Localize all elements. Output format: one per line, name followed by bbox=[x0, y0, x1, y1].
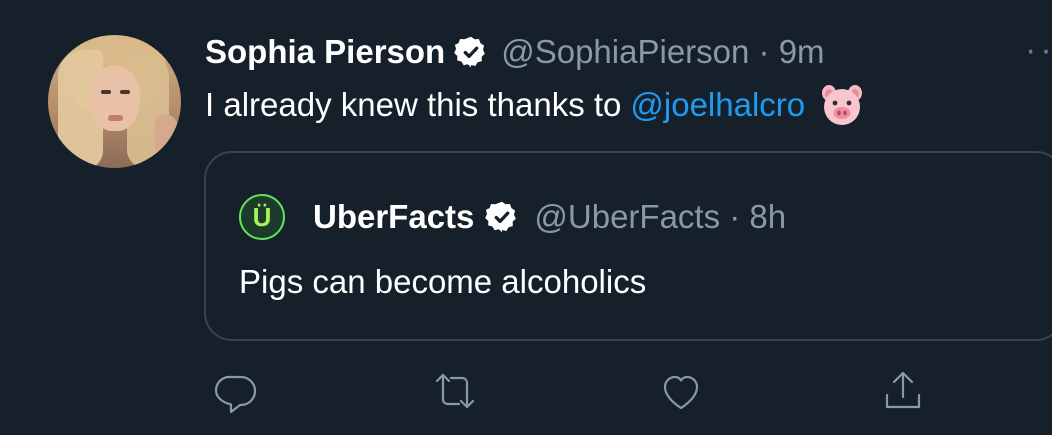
avatar-lips bbox=[108, 115, 123, 121]
share-button[interactable] bbox=[877, 365, 929, 417]
tweet-text: I already knew this thanks to @joelhalcr… bbox=[205, 82, 865, 128]
share-icon bbox=[885, 371, 921, 409]
retweet-icon bbox=[435, 373, 475, 409]
verified-badge-icon bbox=[453, 34, 489, 70]
quoted-tweet[interactable]: Ü UberFacts @UberFacts · 8h Pigs can bec… bbox=[204, 151, 1052, 341]
mention-link[interactable]: @joelhalcro bbox=[630, 86, 805, 124]
avatar-hand bbox=[155, 115, 177, 155]
quoted-author-handle-time[interactable]: @UberFacts · 8h bbox=[534, 198, 786, 236]
author-handle-time[interactable]: @SophiaPierson · 9m bbox=[501, 33, 824, 71]
tweet[interactable]: Sophia Pierson @SophiaPierson · 9m ·· I … bbox=[0, 0, 1052, 435]
quoted-author-name[interactable]: UberFacts bbox=[313, 198, 474, 236]
tweet-text-content: I already knew this thanks to bbox=[205, 86, 622, 123]
tweet-header: Sophia Pierson @SophiaPierson · 9m bbox=[205, 29, 825, 75]
pig-face-emoji-icon bbox=[819, 82, 865, 128]
verified-badge-icon bbox=[484, 199, 520, 235]
like-button[interactable] bbox=[655, 365, 707, 417]
author-name[interactable]: Sophia Pierson bbox=[205, 33, 445, 71]
author-avatar[interactable] bbox=[48, 35, 181, 168]
like-icon bbox=[663, 375, 699, 410]
avatar-face bbox=[90, 65, 140, 131]
retweet-button[interactable] bbox=[429, 365, 481, 417]
reply-button[interactable] bbox=[209, 365, 261, 417]
avatar-eye bbox=[120, 90, 130, 94]
quoted-tweet-header: Ü UberFacts @UberFacts · 8h bbox=[239, 193, 786, 241]
reply-icon bbox=[214, 375, 257, 414]
quoted-avatar-letter: Ü bbox=[252, 201, 272, 232]
tweet-actions bbox=[205, 365, 945, 415]
more-dots-icon[interactable]: ·· bbox=[1025, 33, 1052, 67]
quoted-author-avatar[interactable]: Ü bbox=[239, 194, 285, 240]
avatar-eye bbox=[101, 90, 111, 94]
quoted-tweet-text: Pigs can become alcoholics bbox=[239, 263, 647, 300]
